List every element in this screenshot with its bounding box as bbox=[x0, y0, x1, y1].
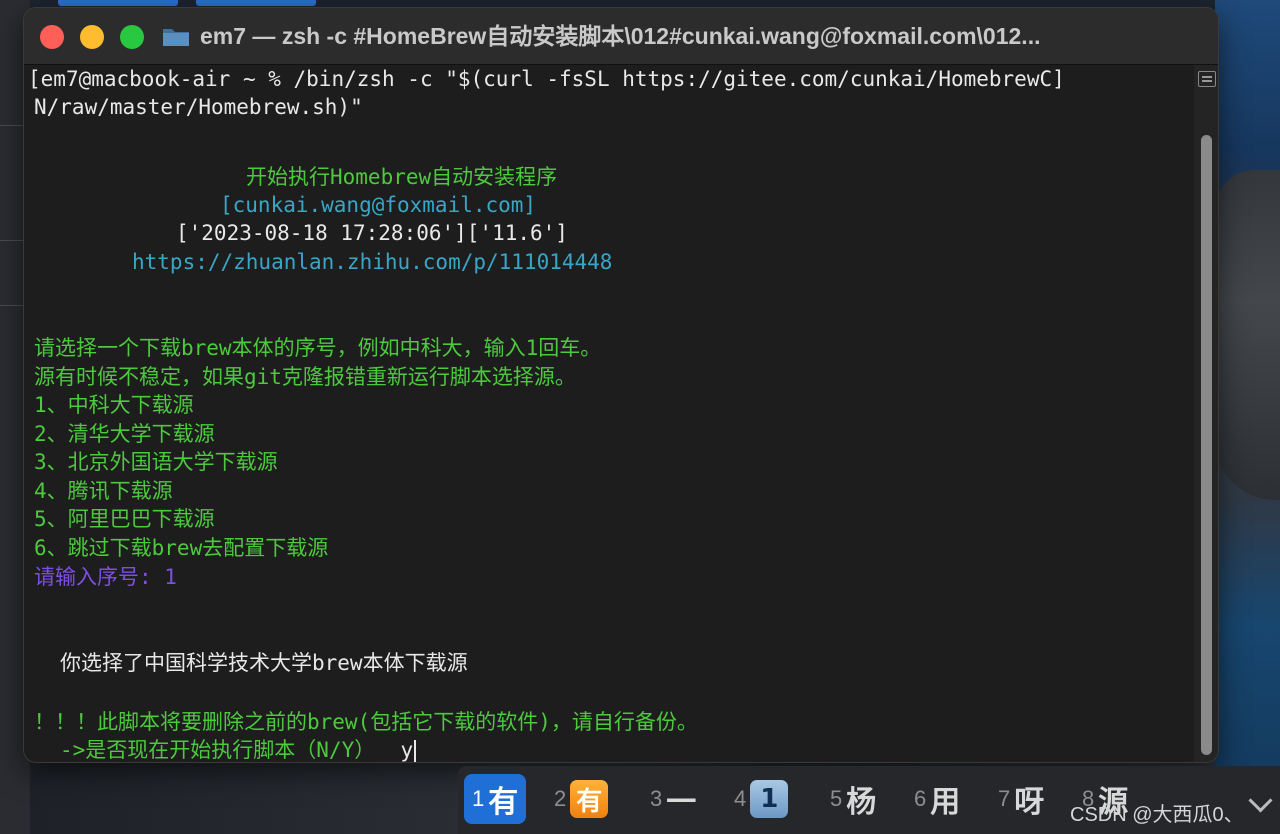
desktop-top-tab bbox=[196, 0, 316, 6]
terminal-window: em7 — zsh -c #HomeBrew自动安装脚本\012#cunkai.… bbox=[24, 8, 1218, 762]
banner-url[interactable]: https://zhuanlan.zhihu.com/p/111014448 bbox=[132, 248, 612, 276]
split-pane-icon[interactable] bbox=[1198, 71, 1216, 87]
window-title: em7 — zsh -c #HomeBrew自动安装脚本\012#cunkai.… bbox=[200, 23, 1041, 49]
input-prompt: 请输入序号: 1 bbox=[34, 565, 177, 589]
title-bar[interactable]: em7 — zsh -c #HomeBrew自动安装脚本\012#cunkai.… bbox=[24, 8, 1218, 65]
choose-prompt: 请选择一个下载brew本体的序号，例如中科大，输入1回车。 bbox=[34, 336, 602, 360]
ime-candidate-4[interactable]: 41 bbox=[734, 774, 789, 824]
watermark: CSDN @大西瓜0、 bbox=[1070, 804, 1244, 826]
zoom-button[interactable] bbox=[120, 25, 144, 49]
terminal-output[interactable]: [em7@macbook-air ~ % /bin/zsh -c "$(curl… bbox=[24, 65, 1192, 762]
minimize-button[interactable] bbox=[80, 25, 104, 49]
option-item: 5、阿里巴巴下载源 bbox=[34, 507, 215, 531]
vertical-scrollbar[interactable] bbox=[1194, 65, 1218, 762]
option-item: 2、清华大学下载源 bbox=[34, 422, 215, 446]
confirm-input[interactable]: y bbox=[401, 738, 414, 762]
option-item: 6、跳过下载brew去配置下载源 bbox=[34, 536, 329, 560]
ime-candidate-6[interactable]: 6用 bbox=[914, 774, 960, 824]
confirm-prompt: ->是否现在开始执行脚本（N/Y） bbox=[60, 738, 376, 762]
ime-candidate-7[interactable]: 7呀 bbox=[998, 774, 1044, 824]
warning-message: ！！！此脚本将要删除之前的brew(包括它下载的软件)，请自行备份。 bbox=[34, 710, 698, 734]
desktop-top-tab bbox=[58, 0, 178, 6]
ime-candidate-3[interactable]: 3一 bbox=[650, 774, 696, 824]
option-item: 1、中科大下载源 bbox=[34, 393, 194, 417]
selected-source-message: 你选择了中国科学技术大学brew本体下载源 bbox=[60, 651, 468, 675]
confirm-line[interactable]: ->是否现在开始执行脚本（N/Y） y bbox=[60, 736, 417, 762]
desktop-wallpaper bbox=[1215, 0, 1280, 834]
option-item: 4、腾讯下载源 bbox=[34, 479, 173, 503]
option-item: 3、北京外国语大学下载源 bbox=[34, 450, 278, 474]
folder-icon bbox=[163, 29, 189, 46]
text-cursor bbox=[414, 740, 417, 762]
unstable-note: 源有时候不稳定，如果git克隆报错重新运行脚本选择源。 bbox=[34, 365, 576, 389]
ime-candidate-1[interactable]: 1有 bbox=[464, 774, 527, 824]
ime-candidate-5[interactable]: 5杨 bbox=[830, 774, 876, 824]
scrollbar-thumb[interactable] bbox=[1201, 135, 1212, 755]
prompt-line: [em7@macbook-air ~ % /bin/zsh -c "$(curl… bbox=[28, 67, 1065, 91]
ime-candidate-2[interactable]: 2有 bbox=[554, 774, 609, 824]
banner-title: 开始执行Homebrew自动安装程序 bbox=[246, 165, 558, 189]
banner-time: ['2023-08-18 17:28:06']['11.6'] bbox=[176, 221, 568, 245]
prompt-line-continued: N/raw/master/Homebrew.sh)" bbox=[34, 95, 363, 119]
banner-email: [cunkai.wang@foxmail.com] bbox=[220, 193, 537, 217]
close-button[interactable] bbox=[40, 25, 64, 49]
